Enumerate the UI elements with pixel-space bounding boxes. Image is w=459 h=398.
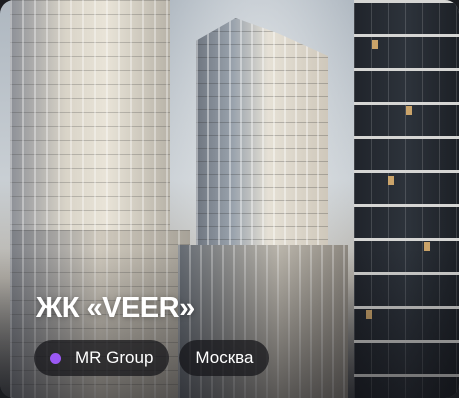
tag-list: MR Group Москва	[34, 340, 270, 376]
developer-color-dot	[50, 352, 61, 364]
lit-window	[406, 106, 412, 115]
developer-label: MR Group	[75, 348, 154, 367]
developer-chip[interactable]: MR Group	[34, 340, 170, 376]
lit-window	[372, 40, 378, 49]
lit-window	[388, 176, 394, 185]
location-label: Москва	[195, 348, 254, 367]
project-card[interactable]: ЖК «VEER» MR Group Москва	[0, 0, 459, 398]
location-chip[interactable]: Москва	[179, 340, 270, 376]
project-title: ЖК «VEER»	[36, 292, 195, 324]
